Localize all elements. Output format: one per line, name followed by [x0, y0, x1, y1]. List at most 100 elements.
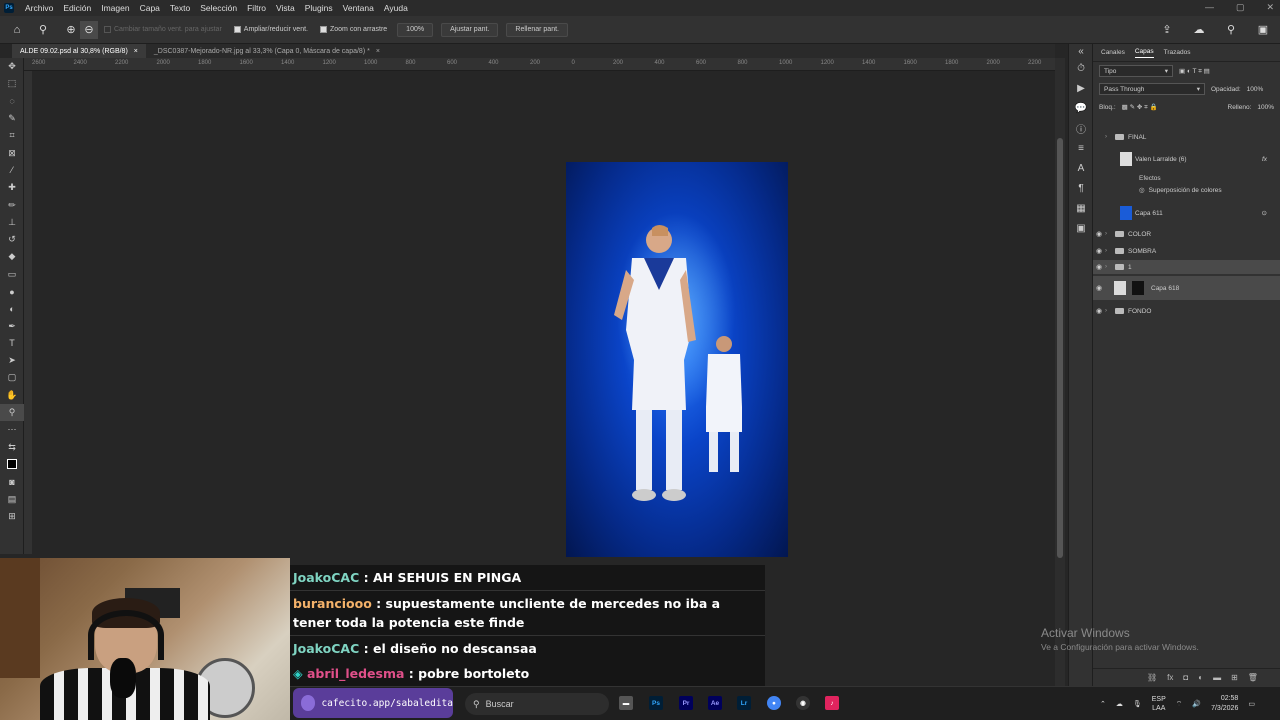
history-brush-icon[interactable]: ↺: [0, 231, 24, 248]
comments-icon[interactable]: 💬: [1069, 98, 1093, 118]
eye-icon[interactable]: ◎: [1139, 186, 1145, 194]
fill-value[interactable]: 100%: [1257, 104, 1274, 111]
eye-icon[interactable]: ◉: [1093, 247, 1105, 255]
menu-ayuda[interactable]: Ayuda: [379, 3, 413, 13]
search-icon[interactable]: ⚲: [1222, 21, 1240, 39]
workspace-icon[interactable]: ▣: [1254, 21, 1272, 39]
maximize-button[interactable]: ▢: [1236, 2, 1245, 13]
stamp-tool-icon[interactable]: ⊥: [0, 214, 24, 231]
menu-capa[interactable]: Capa: [135, 3, 165, 13]
cloud-icon[interactable]: ☁: [1190, 21, 1208, 39]
actions-icon[interactable]: ▶: [1069, 78, 1093, 98]
path-select-tool-icon[interactable]: ➤: [0, 352, 24, 369]
add-mask-icon[interactable]: ◘: [1183, 673, 1188, 682]
tab-trazados[interactable]: Trazados: [1164, 49, 1191, 56]
blur-tool-icon[interactable]: ●: [0, 283, 24, 300]
properties-icon[interactable]: ▣: [1069, 218, 1093, 238]
layer-valen-larralde[interactable]: Valen Larralde (6) fx: [1093, 148, 1280, 170]
hand-tool-icon[interactable]: ✋: [0, 387, 24, 404]
new-group-icon[interactable]: ▬: [1213, 673, 1221, 682]
close-tab-icon[interactable]: ×: [134, 48, 138, 55]
fill-screen-button[interactable]: Rellenar pant.: [506, 22, 568, 37]
zoom-all-checkbox[interactable]: Ampliar/reducir vent.: [233, 26, 308, 33]
lock-icons[interactable]: ▩ ✎ ✥ ⌗ 🔒: [1122, 103, 1158, 112]
menu-edicion[interactable]: Edición: [58, 3, 96, 13]
close-tab-icon[interactable]: ×: [376, 48, 380, 55]
layer-capa-618[interactable]: ◉ Capa 618: [1093, 276, 1280, 300]
pen-tool-icon[interactable]: ✒: [0, 317, 24, 334]
swap-colors-icon[interactable]: ⇆: [0, 439, 24, 456]
menu-vista[interactable]: Vista: [271, 3, 300, 13]
new-layer-icon[interactable]: ⊞: [1231, 673, 1238, 682]
tab-capas[interactable]: Capas: [1134, 48, 1154, 58]
zoom-in-icon[interactable]: ⊕: [62, 21, 80, 39]
tab-canales[interactable]: Canales: [1101, 49, 1125, 56]
layer-fondo[interactable]: ◉ › FONDO: [1093, 304, 1280, 318]
eye-icon[interactable]: ◉: [1093, 284, 1105, 292]
zoom-tool-icon[interactable]: ⚲: [0, 403, 24, 422]
type-tool-icon[interactable]: T: [0, 335, 24, 352]
opacity-value[interactable]: 100%: [1247, 86, 1264, 93]
layer-color[interactable]: ◉ › COLOR: [1093, 227, 1280, 241]
add-style-icon[interactable]: fx: [1167, 673, 1173, 682]
photoshop-taskbar-icon[interactable]: Ps: [649, 696, 663, 710]
layer-sombra[interactable]: ◉ › SOMBRA: [1093, 244, 1280, 258]
marquee-tool-icon[interactable]: ⬚: [0, 75, 24, 92]
tab-dsc0387[interactable]: _DSC0387-Mejorado-NR.jpg al 33,3% (Capa …: [146, 44, 388, 58]
quick-mask-icon[interactable]: ◙: [0, 473, 24, 490]
edit-toolbar-icon[interactable]: ⊞: [0, 508, 24, 525]
blend-mode-select[interactable]: Pass Through ▾: [1099, 83, 1205, 95]
dodge-tool-icon[interactable]: ◐: [0, 300, 24, 317]
libraries-icon[interactable]: ▦: [1069, 198, 1093, 218]
healing-tool-icon[interactable]: ✚: [0, 179, 24, 196]
scrubby-zoom-checkbox[interactable]: Zoom con arrastre: [319, 26, 387, 33]
frame-tool-icon[interactable]: ⊠: [0, 144, 24, 161]
shape-tool-icon[interactable]: ▢: [0, 369, 24, 386]
chrome-taskbar-icon[interactable]: ●: [767, 696, 781, 710]
more-tools-icon[interactable]: ⋯: [0, 421, 24, 438]
layer-group-1[interactable]: ◉ › 1: [1093, 260, 1280, 274]
history-icon[interactable]: ⏱: [1069, 58, 1093, 78]
clock[interactable]: 02:58 7/3/2026: [1211, 694, 1238, 714]
taskbar-search[interactable]: ⚲ Buscar: [465, 693, 609, 715]
lasso-tool-icon[interactable]: ◌: [0, 93, 24, 110]
eraser-tool-icon[interactable]: ◆: [0, 248, 24, 265]
adjustments-icon[interactable]: ≡: [1069, 138, 1093, 158]
layer-filter-select[interactable]: Tipo ▾: [1099, 65, 1173, 77]
delete-layer-icon[interactable]: 🗑: [1248, 673, 1258, 682]
tab-alde[interactable]: ALDE 09.02.psd al 30,8% (RGB/8) ×: [12, 44, 146, 58]
wifi-icon[interactable]: ⌔: [1176, 700, 1183, 709]
after-effects-taskbar-icon[interactable]: Ae: [708, 696, 722, 710]
resize-windows-checkbox[interactable]: Cambiar tamaño vent. para ajustar: [104, 26, 222, 33]
info-icon[interactable]: ⓘ: [1069, 118, 1093, 138]
menu-filtro[interactable]: Filtro: [242, 3, 271, 13]
lightroom-taskbar-icon[interactable]: Lr: [737, 696, 751, 710]
share-icon[interactable]: ⇪: [1158, 21, 1176, 39]
tiktok-taskbar-icon[interactable]: ♪: [825, 696, 839, 710]
artwork-image[interactable]: [566, 162, 788, 557]
home-icon[interactable]: ⌂: [8, 21, 26, 39]
layer-capa-611[interactable]: Capa 611 ⊙: [1093, 202, 1280, 224]
menu-archivo[interactable]: Archivo: [20, 3, 58, 13]
move-tool-icon[interactable]: ✥: [0, 58, 24, 75]
fit-screen-button[interactable]: Ajustar pant.: [441, 22, 499, 37]
layer-effect-color-overlay[interactable]: ◎ Superposición de colores: [1093, 184, 1280, 196]
volume-icon[interactable]: 🔊: [1192, 700, 1201, 708]
zoom-out-icon[interactable]: ⊖: [80, 20, 98, 39]
eye-icon[interactable]: ◉: [1093, 230, 1105, 238]
canvas-scrollbar[interactable]: [1055, 58, 1065, 686]
network-tray-icon[interactable]: ☁: [1116, 700, 1123, 708]
eye-icon[interactable]: ◉: [1093, 263, 1105, 271]
crop-tool-icon[interactable]: ⌗: [0, 127, 24, 144]
premiere-taskbar-icon[interactable]: Pr: [679, 696, 693, 710]
color-swatches-icon[interactable]: [0, 456, 24, 473]
language-indicator[interactable]: ESP LAA: [1152, 695, 1166, 713]
notifications-icon[interactable]: ▭: [1248, 700, 1255, 708]
brush-tool-icon[interactable]: ✏: [0, 196, 24, 213]
paragraph-icon[interactable]: ¶: [1069, 178, 1093, 198]
menu-ventana[interactable]: Ventana: [338, 3, 379, 13]
scrollbar-thumb[interactable]: [1057, 138, 1063, 558]
collapse-icon[interactable]: «: [1069, 44, 1093, 58]
mic-tray-icon[interactable]: 🎙: [1133, 700, 1142, 708]
adjustment-layer-icon[interactable]: ◐: [1198, 673, 1203, 682]
